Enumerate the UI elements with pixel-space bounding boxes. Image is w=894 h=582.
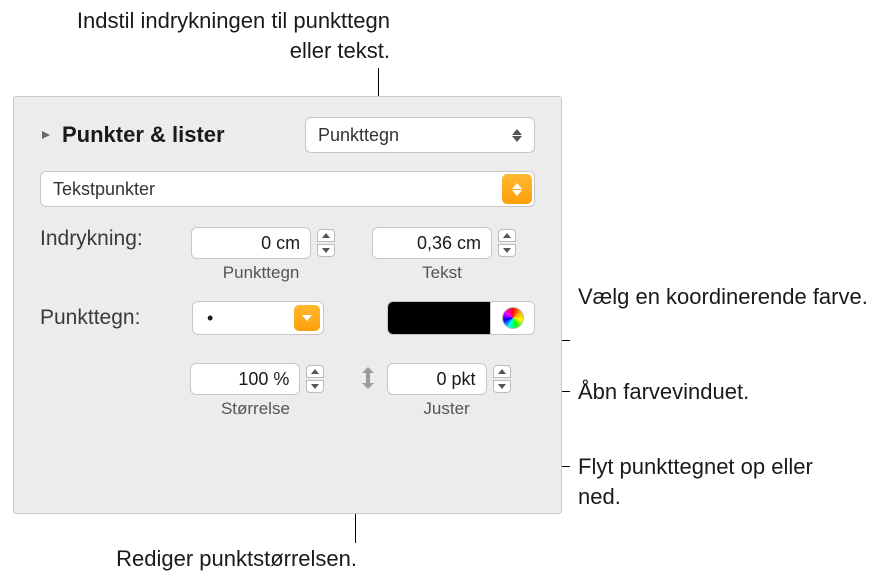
align-stepper[interactable] xyxy=(493,364,511,394)
updown-icon xyxy=(502,174,532,204)
indent-bullet-stepper[interactable] xyxy=(317,228,335,258)
color-wheel-icon xyxy=(502,307,524,329)
list-style-value: Punkttegn xyxy=(318,125,399,146)
indent-bullet-sublabel: Punkttegn xyxy=(191,263,331,283)
indent-label: Indrykning: xyxy=(40,227,191,251)
callout-color: Vælg en koordinerende farve. xyxy=(578,282,883,312)
size-stepper[interactable] xyxy=(306,364,324,394)
size-input[interactable]: 100 % xyxy=(190,363,300,395)
indent-text-stepper[interactable] xyxy=(498,228,516,258)
chevron-down-icon xyxy=(294,305,320,331)
bullet-glyph-popup[interactable]: • xyxy=(192,301,324,335)
indent-text-input[interactable]: 0,36 cm xyxy=(372,227,492,259)
align-value: 0 pkt xyxy=(437,369,476,390)
align-input[interactable]: 0 pkt xyxy=(387,363,487,395)
indent-bullet-input[interactable]: 0 cm xyxy=(191,227,311,259)
indent-text-value: 0,36 cm xyxy=(417,233,481,254)
size-sublabel: Størrelse xyxy=(190,399,320,419)
disclosure-icon[interactable] xyxy=(40,129,52,141)
bullet-type-value: Tekstpunkter xyxy=(53,179,155,200)
callout-wheel: Åbn farvevinduet. xyxy=(578,377,749,407)
align-sublabel: Juster xyxy=(387,399,507,419)
align-vertical-icon xyxy=(357,367,379,389)
size-value: 100 % xyxy=(238,369,289,390)
bullet-type-popup[interactable]: Tekstpunkter xyxy=(40,171,535,207)
section-title: Punkter & lister xyxy=(62,122,225,148)
bullet-color-wheel-button[interactable] xyxy=(490,302,534,334)
indent-text-sublabel: Tekst xyxy=(372,263,512,283)
list-style-popup[interactable]: Punkttegn xyxy=(305,117,535,153)
indent-bullet-value: 0 cm xyxy=(261,233,300,254)
updown-icon xyxy=(508,129,526,142)
bullet-glyph-value: • xyxy=(207,308,213,329)
bullets-lists-panel: Punkter & lister Punkttegn Tekstpunkter … xyxy=(13,96,562,514)
bullet-color-swatch[interactable] xyxy=(388,302,490,334)
callout-indent: Indstil indrykningen til punkttegn eller… xyxy=(40,6,390,65)
callout-size: Rediger punktstørrelsen. xyxy=(17,544,357,574)
bullet-label: Punkttegn: xyxy=(40,306,192,330)
callout-align: Flyt punkttegnet op eller ned. xyxy=(578,452,818,511)
